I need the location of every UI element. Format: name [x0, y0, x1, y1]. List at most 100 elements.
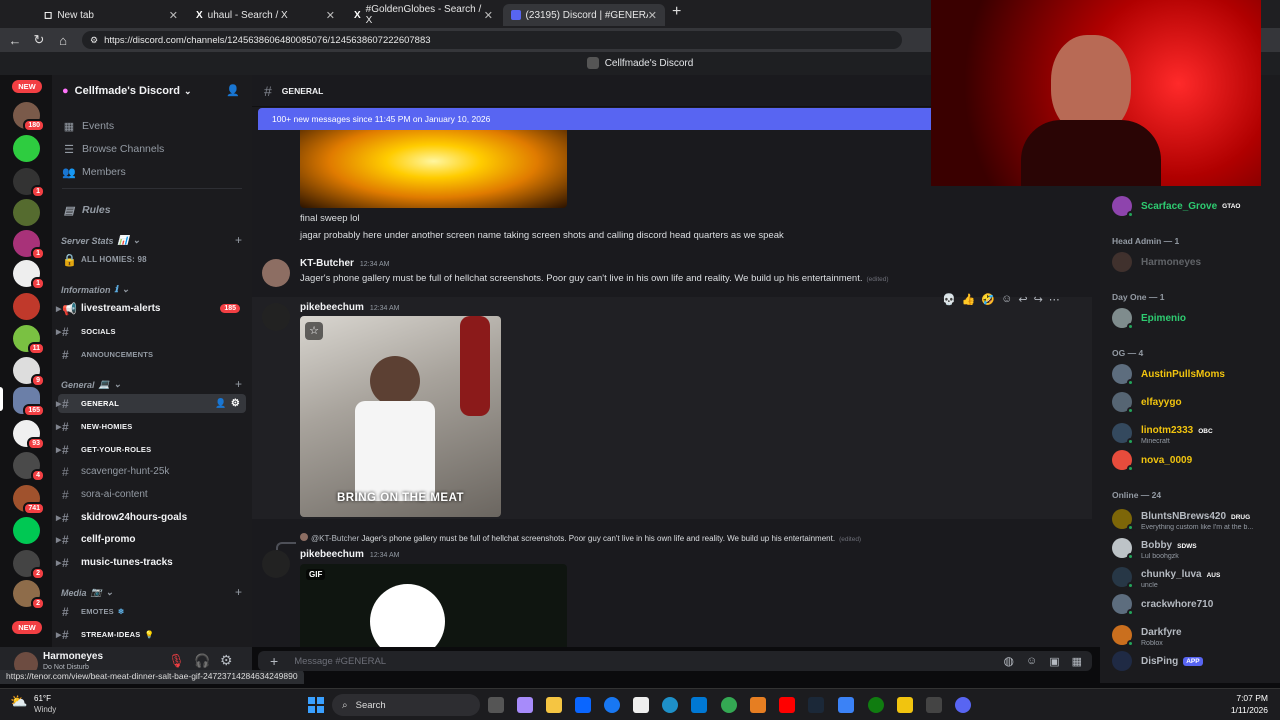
reply-icon[interactable]: ↩: [1018, 293, 1027, 309]
events-item[interactable]: ▦ Events: [62, 117, 114, 135]
member-row[interactable]: chunky_luva AUS uncle: [1112, 564, 1276, 589]
add-member-icon[interactable]: 👤: [215, 398, 226, 409]
member-row[interactable]: DisPing APP: [1112, 651, 1276, 671]
app-launcher-icon[interactable]: ◍: [1003, 654, 1013, 668]
server-icon[interactable]: 11: [13, 325, 45, 355]
server-icon[interactable]: [13, 293, 40, 320]
clock-time[interactable]: 7:07 PM: [1210, 693, 1268, 703]
server-icon[interactable]: 1: [13, 168, 45, 198]
taskbar-search[interactable]: ⌕ Search: [332, 694, 480, 716]
windows-start-icon[interactable]: [308, 697, 324, 713]
channel-music-tunes-tracks[interactable]: ▶ # music-tunes-tracks: [56, 553, 246, 572]
home-icon[interactable]: ⌂: [54, 31, 72, 49]
member-row[interactable]: Harmoneyes: [1112, 252, 1276, 272]
server-icon[interactable]: 741: [13, 485, 45, 515]
edge-icon[interactable]: [662, 697, 678, 713]
channel-socials[interactable]: ▶ # SOCIALS: [56, 322, 246, 341]
server-icon[interactable]: 180: [13, 102, 45, 132]
server-icon[interactable]: [13, 135, 40, 162]
discord-icon[interactable]: [955, 697, 971, 713]
server-icon[interactable]: 9: [13, 357, 45, 387]
copilot-icon[interactable]: [517, 697, 533, 713]
browser-tab[interactable]: ◻ New tab ✕: [36, 4, 186, 26]
server-icon[interactable]: 93: [13, 420, 45, 450]
browser-tab-active[interactable]: (23195) Discord | #GENERAL | Cellfm... ✕: [503, 4, 665, 26]
add-channel-icon[interactable]: +: [235, 585, 242, 599]
reload-icon[interactable]: ↻: [30, 31, 48, 49]
category-general[interactable]: General 💻 ⌄: [61, 379, 121, 390]
message-author[interactable]: pikebeechum 12:34 AM: [300, 549, 400, 560]
rules-channel[interactable]: ▤ Rules: [62, 201, 111, 219]
add-channel-icon[interactable]: +: [235, 377, 242, 391]
gif-picker-icon[interactable]: ▣: [1049, 655, 1059, 668]
member-row[interactable]: Scarface_Grove GTAO: [1112, 196, 1276, 218]
add-reaction-icon[interactable]: ☺: [1001, 293, 1012, 309]
new-tab-button[interactable]: +: [672, 3, 681, 21]
channel-emotes[interactable]: # EMOTES ❄: [58, 602, 246, 621]
headphones-icon[interactable]: 🎧: [194, 653, 210, 669]
favorite-star-icon[interactable]: ☆: [305, 322, 323, 340]
steam-icon[interactable]: [808, 697, 824, 713]
message-composer[interactable]: + Message #GENERAL ◍ ☺ ▣ ▦: [258, 651, 1092, 671]
xbox-icon[interactable]: [868, 697, 884, 713]
add-channel-icon[interactable]: +: [235, 233, 242, 247]
vlc-icon[interactable]: [750, 697, 766, 713]
channel-get-your-roles[interactable]: ▶ # GET-YOUR-ROLES: [56, 440, 246, 459]
mute-microphone-icon[interactable]: 🎙: [168, 653, 185, 669]
sticky-notes-icon[interactable]: [897, 697, 913, 713]
thumbs-up-reaction-icon[interactable]: 👍: [962, 293, 976, 309]
member-row[interactable]: elfayygo: [1112, 392, 1276, 414]
channel-scavenger-hunt[interactable]: # scavenger-hunt-25k: [58, 462, 246, 481]
avatar[interactable]: [262, 303, 290, 331]
channel-new-homies[interactable]: ▶ # NEW-HOMIES: [56, 417, 246, 436]
avatar[interactable]: [262, 550, 290, 578]
amazon-icon[interactable]: [633, 697, 649, 713]
chrome-icon[interactable]: [721, 697, 737, 713]
member-row[interactable]: Bobby SDWS Lul boohgzk: [1112, 535, 1276, 560]
member-row[interactable]: AustinPullsMoms: [1112, 364, 1276, 386]
server-icon[interactable]: 1: [13, 260, 45, 290]
message-input[interactable]: Message #GENERAL: [294, 656, 386, 667]
obs-icon[interactable]: [926, 697, 942, 713]
weather-icon[interactable]: ⛅: [10, 693, 27, 710]
gift-icon[interactable]: ▦: [1072, 655, 1082, 668]
user-settings-gear-icon[interactable]: ⚙: [220, 652, 233, 669]
server-icon[interactable]: 4: [13, 452, 45, 482]
browser-tab[interactable]: X #GoldenGlobes - Search / X ✕: [346, 4, 501, 26]
laugh-reaction-icon[interactable]: 🤣: [981, 293, 995, 309]
category-server-stats[interactable]: Server Stats 📊 ⌄: [61, 235, 140, 246]
tab-close-icon[interactable]: ✕: [648, 9, 657, 22]
tab-close-icon[interactable]: ✕: [326, 9, 335, 22]
message-author[interactable]: KT-Butcher 12:34 AM: [300, 258, 389, 269]
gear-icon[interactable]: ⚙: [231, 398, 240, 409]
server-name-header[interactable]: ● Cellfmade's Discord ⌄: [62, 85, 192, 97]
member-row[interactable]: crackwhore710: [1112, 594, 1276, 616]
tab-close-icon[interactable]: ✕: [484, 9, 493, 22]
channel-skidrow24hours-goals[interactable]: ▶ # skidrow24hours-goals: [56, 508, 246, 527]
server-icon[interactable]: [13, 199, 40, 226]
youtube-icon[interactable]: [779, 697, 795, 713]
member-row[interactable]: Darkfyre Roblox: [1112, 622, 1276, 647]
skull-reaction-icon[interactable]: 💀: [942, 293, 956, 309]
member-row[interactable]: BluntsNBrews420 DRUG Everything custom lik…: [1112, 506, 1276, 531]
member-row[interactable]: Epimenio: [1112, 308, 1276, 330]
windows-store-icon[interactable]: [575, 697, 591, 713]
channel-stream-ideas[interactable]: ▶ # STREAM-IDEAS 💡: [56, 625, 246, 644]
invite-people-icon[interactable]: 👤: [226, 84, 240, 97]
more-options-icon[interactable]: ⋯: [1049, 293, 1060, 309]
channel-general-selected[interactable]: ▶ # GENERAL 👤 ⚙: [56, 394, 246, 413]
category-media[interactable]: Media 📷 ⌄: [61, 587, 113, 598]
server-icon[interactable]: 2: [13, 550, 45, 580]
members-item[interactable]: 👥 Members: [62, 163, 126, 181]
avatar[interactable]: [262, 259, 290, 287]
member-row[interactable]: nova_0009: [1112, 450, 1276, 472]
channel-cellf-promo[interactable]: ▶ # cellf-promo: [56, 530, 246, 549]
emoji-icon[interactable]: ☺: [1026, 655, 1037, 667]
app-icon[interactable]: [838, 697, 854, 713]
calculator-icon[interactable]: [691, 697, 707, 713]
forward-icon[interactable]: ↪: [1034, 293, 1043, 309]
channel-announcements[interactable]: # ANNOUNCEMENTS: [58, 345, 246, 364]
server-icon[interactable]: [13, 517, 40, 544]
reply-preview[interactable]: @KT-Butcher Jager's phone gallery must b…: [300, 533, 861, 543]
new-messages-bar[interactable]: 100+ new messages since 11:45 PM on Janu…: [258, 108, 938, 130]
